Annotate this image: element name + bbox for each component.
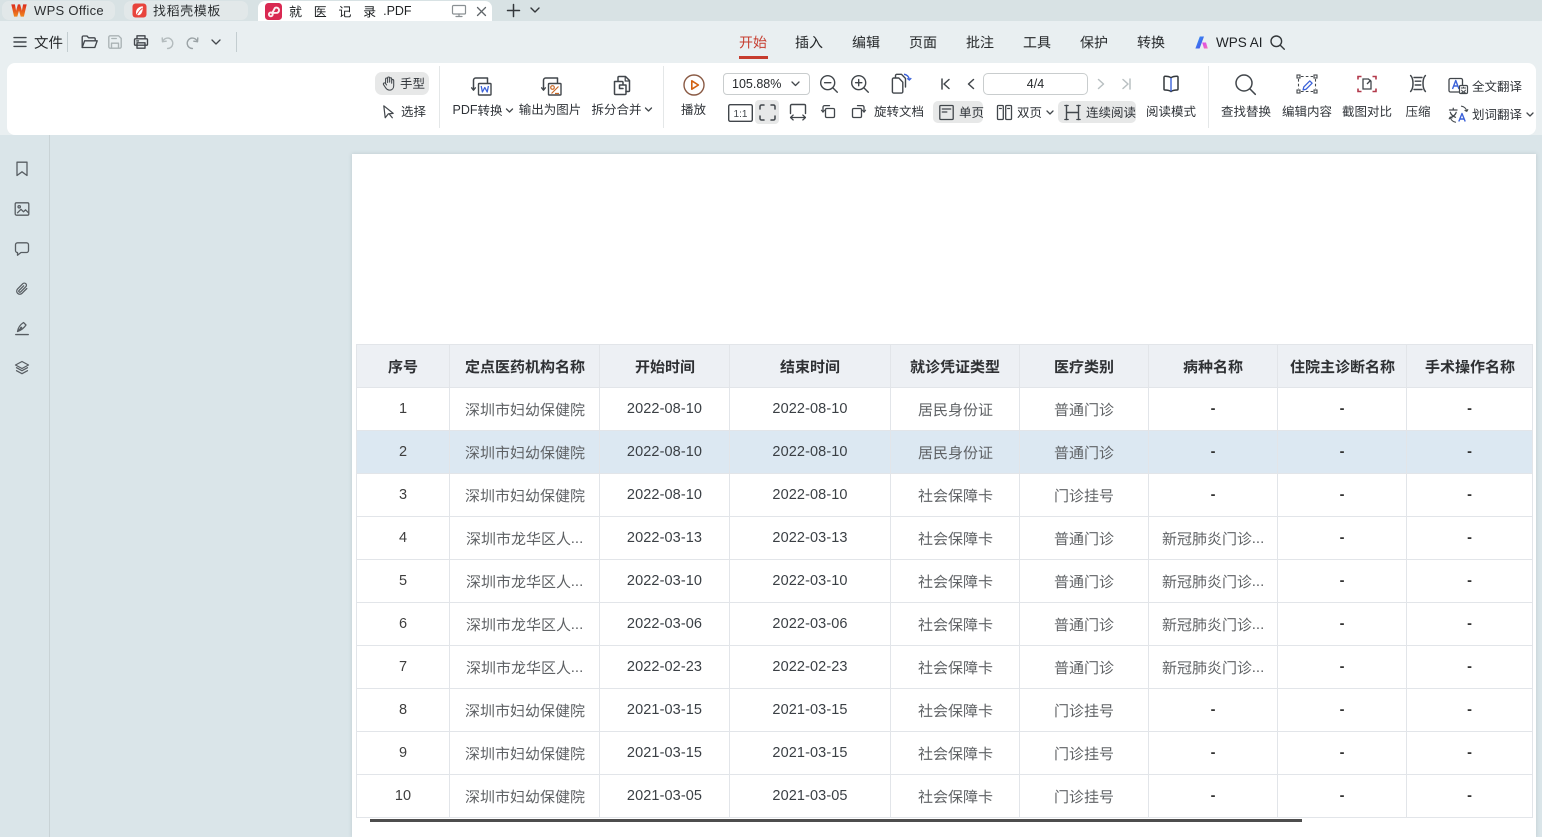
svg-text:1:1: 1:1: [734, 109, 748, 120]
